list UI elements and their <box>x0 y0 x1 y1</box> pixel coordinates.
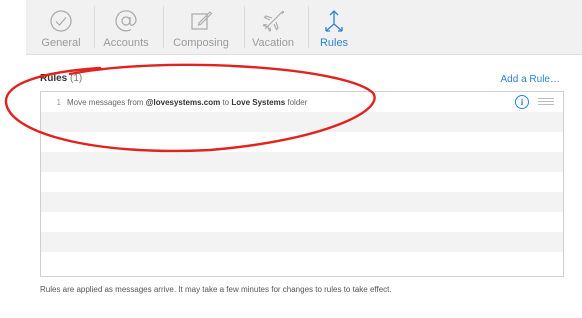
empty-row <box>41 132 563 152</box>
rules-count: (1) <box>70 73 83 84</box>
rule-text-before: Move messages from <box>67 97 146 107</box>
tab-rules[interactable]: Rules <box>314 0 354 54</box>
rules-footer-note: Rules are applied as messages arrive. It… <box>40 285 392 294</box>
info-icon[interactable]: i <box>515 95 529 109</box>
toolbar-divider <box>94 6 95 48</box>
rule-sender: @lovesystems.com <box>145 97 221 107</box>
tab-general[interactable]: General <box>36 0 86 54</box>
rule-text-after: folder <box>285 97 308 107</box>
empty-row <box>41 232 563 252</box>
tab-accounts-label: Accounts <box>103 37 149 49</box>
rules-list: 1 Move messages from @lovesystems.com to… <box>40 91 564 277</box>
rule-description: Move messages from @lovesystems.com to L… <box>67 98 307 107</box>
rule-text-middle: to <box>220 97 232 107</box>
empty-row <box>41 152 563 172</box>
tab-rules-label: Rules <box>319 37 349 49</box>
rule-folder: Love Systems <box>231 97 286 107</box>
checkmark-circle-icon <box>50 10 72 32</box>
tab-composing-label: Composing <box>173 37 229 49</box>
rules-arrows-icon <box>325 10 343 32</box>
drag-handle-icon[interactable] <box>538 98 554 106</box>
at-sign-icon <box>115 10 137 32</box>
empty-row <box>41 252 563 272</box>
tab-general-label: General <box>41 37 81 49</box>
rule-number: 1 <box>56 97 61 107</box>
empty-row <box>41 112 563 132</box>
empty-row <box>41 192 563 212</box>
tab-vacation[interactable]: Vacation <box>248 0 298 54</box>
rule-row[interactable]: 1 Move messages from @lovesystems.com to… <box>41 92 563 112</box>
tab-composing[interactable]: Composing <box>169 0 233 54</box>
preferences-toolbar: General Accounts Composing Vacation Rule… <box>26 0 582 55</box>
rules-heading: Rules (1) <box>40 73 82 84</box>
toolbar-divider <box>163 6 164 48</box>
airplane-icon <box>262 10 285 32</box>
tab-accounts[interactable]: Accounts <box>100 0 152 54</box>
compose-icon <box>191 11 213 30</box>
rules-heading-title: Rules <box>40 73 68 84</box>
tab-vacation-label: Vacation <box>252 37 294 49</box>
toolbar-divider <box>244 6 245 48</box>
toolbar-divider <box>308 6 309 48</box>
empty-row <box>41 172 563 192</box>
empty-row <box>41 212 563 232</box>
add-rule-link[interactable]: Add a Rule… <box>501 74 560 85</box>
